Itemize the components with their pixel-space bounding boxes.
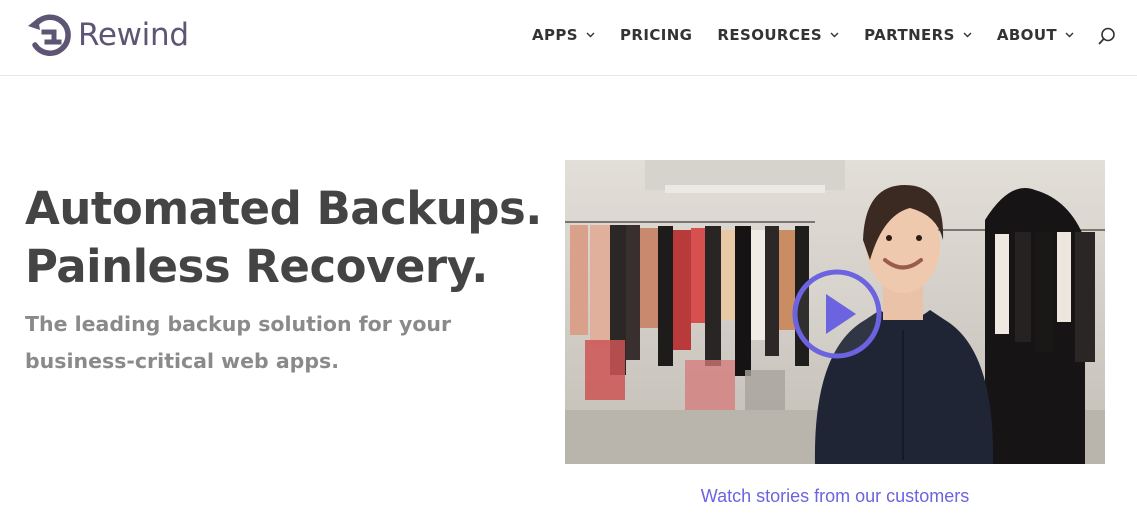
logo-link[interactable]: Rewind [27, 12, 189, 58]
headline-line-2: Painless Recovery. [25, 240, 488, 293]
play-circle-icon[interactable] [792, 269, 882, 359]
headline-line-1: Automated Backups. [25, 182, 542, 235]
nav-label: PRICING [620, 26, 693, 44]
chevron-down-icon [963, 32, 972, 38]
hero-subheadline: The leading backup solution for your bus… [25, 312, 452, 373]
nav-item-resources[interactable]: RESOURCES [717, 26, 839, 44]
chevron-down-icon [830, 32, 839, 38]
chevron-down-icon [1065, 32, 1074, 38]
nav-label: RESOURCES [717, 26, 823, 44]
nav-label: ABOUT [996, 26, 1058, 44]
nav-item-pricing[interactable]: PRICING [620, 26, 692, 44]
watch-stories-link[interactable]: Watch stories from our customers [565, 486, 1105, 507]
nav-label: APPS [532, 26, 578, 44]
site-header: Rewind APPS PRICING RESOURCES PARTNERS A… [0, 0, 1137, 76]
nav-item-partners[interactable]: PARTNERS [864, 26, 972, 44]
search-icon[interactable] [1098, 27, 1116, 45]
main-nav: APPS PRICING RESOURCES PARTNERS ABOUT [532, 24, 1116, 46]
logo-wordmark: Rewind [78, 17, 189, 53]
customer-video-player[interactable] [565, 160, 1105, 464]
hero-headline: Automated Backups. Painless Recovery. [25, 180, 542, 296]
chevron-down-icon [586, 32, 595, 38]
nav-item-apps[interactable]: APPS [532, 26, 595, 44]
nav-item-about[interactable]: ABOUT [997, 26, 1074, 44]
nav-label: PARTNERS [864, 26, 955, 44]
rewind-logo-icon [28, 14, 71, 56]
